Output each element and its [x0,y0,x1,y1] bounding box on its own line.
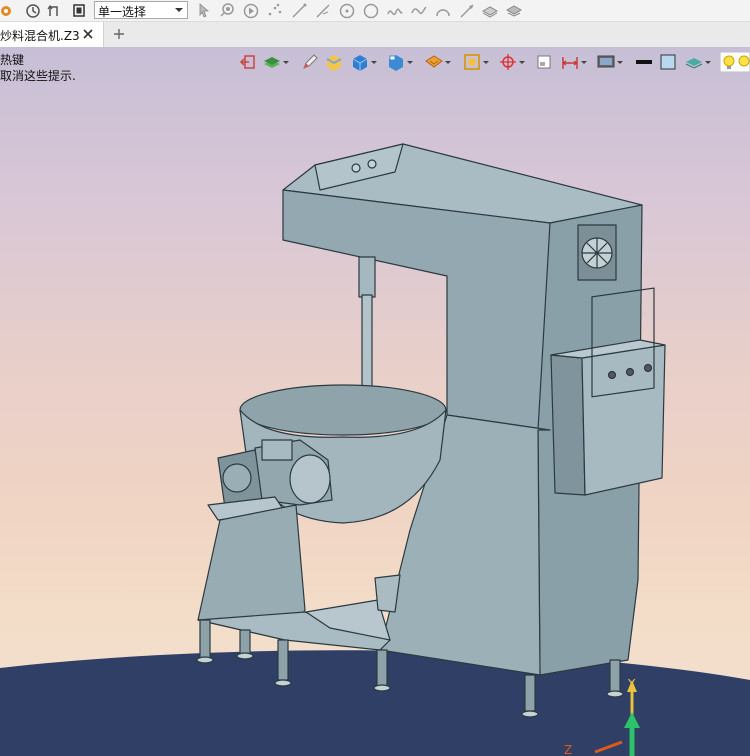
bowl-rim [239,384,447,436]
spline-icon[interactable] [386,2,404,19]
bolt-hole [351,163,361,173]
selection-mode-value: 单一选择 [98,5,147,19]
surface-icon[interactable] [481,2,499,19]
document-tab-bar: 炒料混合机.Z3 [0,22,750,48]
circle-center-icon[interactable] [338,2,356,19]
axis-label-z: Z [564,743,572,756]
control-knob [643,363,653,373]
motor-end-cap [289,454,331,504]
polyline-icon[interactable] [314,2,332,19]
chevron-down-icon [175,8,183,12]
pointer-icon[interactable] [195,2,213,19]
control-box-side [550,354,586,496]
control-knob [625,367,635,377]
pick-point-icon[interactable] [218,2,236,19]
circle-icon[interactable] [362,2,380,19]
bolt-hole [367,159,377,169]
selection-mode-select[interactable]: 单一选择 [94,1,188,19]
control-knob [607,370,617,380]
mixer-machine-model[interactable]: Y Z [0,47,750,756]
offset-surface-icon[interactable] [505,2,523,19]
ground-plane [0,650,750,756]
control-box-front [581,344,666,496]
motor-terminal-box [261,439,293,461]
3d-viewport[interactable]: 热键 取消这些提示. Y Z [0,47,750,756]
axis-label-y: Y [627,677,636,691]
gear-icon[interactable] [0,2,18,19]
leg [609,659,621,693]
add-tab-icon[interactable] [112,27,126,41]
undo-icon[interactable] [46,2,64,19]
leg [277,639,289,681]
leg [239,629,251,655]
points-icon[interactable] [266,2,284,19]
leg [524,674,536,712]
history-icon[interactable] [24,2,42,19]
curve-icon[interactable] [410,2,428,19]
document-tab[interactable]: 炒料混合机.Z3 [0,22,104,47]
leg [376,649,388,687]
line-icon[interactable] [290,2,308,19]
reducer-flange [222,463,252,493]
play-icon[interactable] [242,2,260,19]
arc-icon[interactable] [434,2,452,19]
leg [199,619,211,659]
stirring-shaft [358,256,376,298]
step-plate [374,574,401,613]
document-tab-label: 炒料混合机.Z3 [0,29,80,43]
tangent-line-icon[interactable] [458,2,476,19]
command-toolbar: 单一选择 [0,0,750,22]
stop-icon[interactable] [70,2,88,19]
close-icon[interactable] [81,27,95,41]
